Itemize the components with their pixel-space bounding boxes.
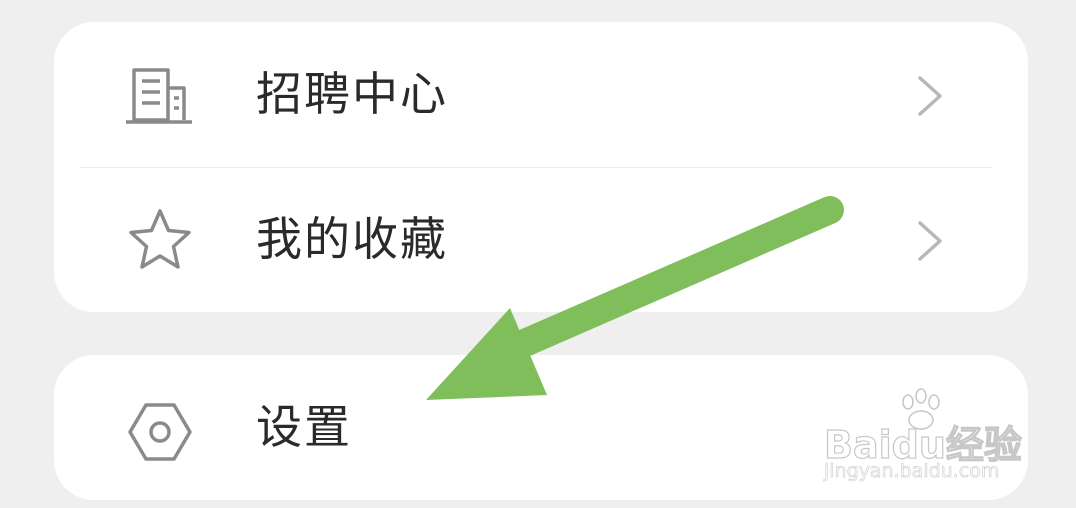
watermark-url: jingyan.baidu.com — [824, 460, 1000, 483]
settings-hexagon-icon — [128, 403, 192, 461]
chevron-right-icon — [918, 76, 942, 116]
menu-item-my-favorites[interactable]: 我的收藏 — [54, 167, 1028, 312]
menu-item-label: 设置 — [256, 400, 352, 454]
chevron-right-icon — [918, 221, 942, 261]
menu-item-recruitment-center[interactable]: 招聘中心 — [54, 22, 1028, 167]
menu-item-label: 招聘中心 — [256, 67, 448, 121]
building-icon — [126, 68, 192, 124]
menu-item-label: 我的收藏 — [256, 212, 448, 266]
menu-card-top: 招聘中心 我的收藏 — [54, 22, 1028, 312]
star-icon — [129, 209, 191, 269]
watermark: Baidu经验 jingyan.baidu.com — [818, 388, 1028, 498]
